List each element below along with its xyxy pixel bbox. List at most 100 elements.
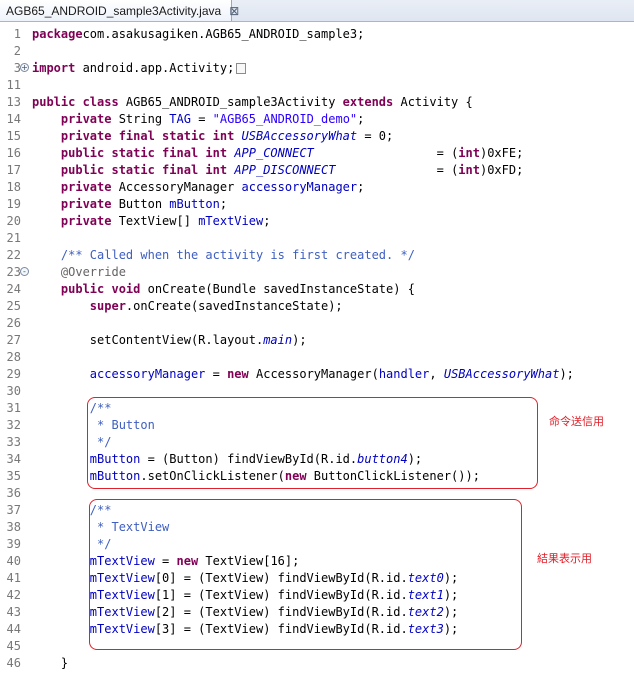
code-token: ; [357, 180, 365, 194]
line-number: 11 [6, 78, 21, 92]
code-token: = ( [313, 146, 459, 160]
close-icon[interactable]: ⊠ [229, 4, 239, 18]
line-number: 18 [6, 180, 21, 194]
code-line: 18 private AccessoryManager accessoryMan… [0, 179, 634, 196]
code-token: , [429, 367, 444, 381]
code-token: main [263, 333, 293, 347]
code-line: 17 public static final int APP_DISCONNEC… [0, 162, 634, 179]
code-token: )0xFD; [479, 163, 524, 177]
code-token: private final static int [60, 129, 235, 143]
code-token: AccessoryManager [111, 180, 242, 194]
code-token: ); [559, 367, 574, 381]
code-token: android.app.Activity; [75, 61, 235, 75]
code-text: accessoryManager = new AccessoryManager(… [32, 366, 574, 383]
code-token: USBAccessoryWhat [443, 367, 560, 381]
line-number: 43 [6, 605, 21, 619]
line-number: 17 [6, 163, 21, 177]
callout-box-button [87, 397, 538, 489]
line-number: 16 [6, 146, 21, 160]
code-token: mButton [169, 197, 220, 211]
code-text: @Override [32, 264, 126, 281]
editor-tab-bar: AGB65_ANDROID_sample3Activity.java ⊠ [0, 0, 634, 22]
collapse-fold-icon[interactable]: - [20, 267, 29, 276]
code-line: 24 public void onCreate(Bundle savedInst… [0, 281, 634, 298]
line-number: 14 [6, 112, 21, 126]
code-token: onCreate(Bundle savedInstanceState) { [140, 282, 415, 296]
folded-code-marker-icon[interactable] [236, 63, 247, 74]
line-number: 45 [6, 639, 21, 653]
code-text: /** Called when the activity is first cr… [32, 247, 415, 264]
code-line: 2 [0, 43, 634, 60]
line-number: 13 [6, 95, 21, 109]
code-token: private [60, 180, 112, 194]
line-number: 40 [6, 554, 21, 568]
code-line: 21 [0, 230, 634, 247]
code-token: int [458, 146, 480, 160]
line-number: 15 [6, 129, 21, 143]
code-line: 28 [0, 349, 634, 366]
code-token: package [32, 27, 83, 41]
code-token: = [205, 367, 228, 381]
code-token: = [190, 112, 213, 126]
code-text: public static final int APP_DISCONNECT =… [32, 162, 523, 179]
line-number: 31 [6, 401, 21, 415]
code-text: private Button mButton; [32, 196, 227, 213]
line-number: 30 [6, 384, 21, 398]
line-number: 42 [6, 588, 21, 602]
code-token: USBAccessoryWhat [241, 129, 358, 143]
code-token: mTextView [198, 214, 264, 228]
code-token: ; [219, 197, 228, 211]
code-token: "AGB65_ANDROID_demo" [212, 112, 358, 126]
code-token: /** Called when the activity is first cr… [60, 248, 415, 262]
line-number: 41 [6, 571, 21, 585]
code-line: 27 setContentView(R.layout.main); [0, 332, 634, 349]
editor-tab[interactable]: AGB65_ANDROID_sample3Activity.java ⊠ [0, 0, 239, 21]
code-line: 19 private Button mButton; [0, 196, 634, 213]
expand-fold-icon[interactable]: + [20, 63, 29, 72]
code-text: super.onCreate(savedInstanceState); [32, 298, 343, 315]
code-line: 3 + import android.app.Activity; [0, 60, 634, 77]
code-token: APP_CONNECT [234, 146, 314, 160]
code-token: AccessoryManager( [248, 367, 379, 381]
code-line: 29 accessoryManager = new AccessoryManag… [0, 366, 634, 383]
code-token: } [32, 656, 69, 670]
code-text: } [32, 655, 68, 672]
code-token: ); [292, 333, 307, 347]
code-token: public class [32, 95, 119, 109]
code-line: 14 private String TAG = "AGB65_ANDROID_d… [0, 111, 634, 128]
code-line: 15 private final static int USBAccessory… [0, 128, 634, 145]
line-number: 35 [6, 469, 21, 483]
code-text: private final static int USBAccessoryWha… [32, 128, 393, 145]
code-text: public class AGB65_ANDROID_sample3Activi… [32, 94, 473, 111]
code-token: = ( [335, 163, 459, 177]
code-line: 26 [0, 315, 634, 332]
line-number: 1 [13, 27, 21, 41]
code-line: 46 } [0, 655, 634, 672]
code-text: private TextView[] mTextView; [32, 213, 271, 230]
code-token: )0xFE; [479, 146, 524, 160]
editor-tab-label: AGB65_ANDROID_sample3Activity.java [6, 3, 222, 18]
code-text: private AccessoryManager accessoryManage… [32, 179, 364, 196]
line-number: 44 [6, 622, 21, 636]
code-line: 22 /** Called when the activity is first… [0, 247, 634, 264]
code-token: Activity { [393, 95, 473, 109]
code-text: import android.app.Activity; [32, 60, 247, 77]
line-number: 38 [6, 520, 21, 534]
code-text: setContentView(R.layout.main); [32, 332, 307, 349]
